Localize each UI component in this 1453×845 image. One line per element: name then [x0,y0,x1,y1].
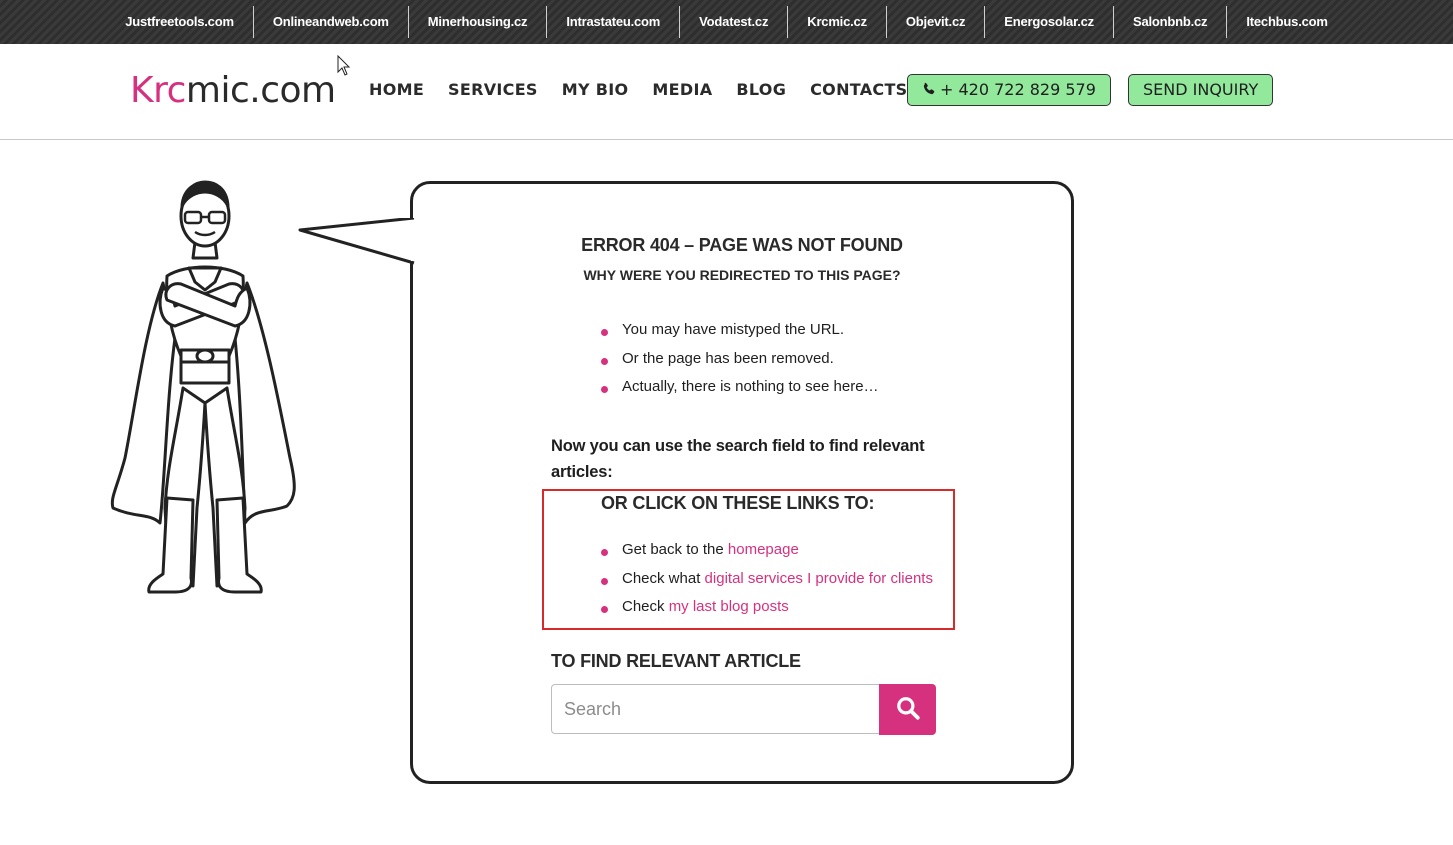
helpful-links-list: Get back to the homepage Check what digi… [600,540,933,626]
phone-icon [923,82,935,95]
bullet-icon [601,386,608,393]
network-link-salonbnb[interactable]: Salonbnb.cz [1114,6,1228,38]
network-link-justfreetools[interactable]: Justfreetools.com [106,6,254,38]
site-logo[interactable]: Krcmic.com [130,70,336,111]
mouse-cursor-icon [337,55,351,76]
logo-accent: Krc [130,70,186,111]
network-link-vodatest[interactable]: Vodatest.cz [680,6,789,38]
nav-home[interactable]: HOME [369,80,424,99]
send-inquiry-button[interactable]: SEND INQUIRY [1128,74,1274,106]
network-link-itechbus[interactable]: Itechbus.com [1227,6,1346,38]
reasons-list: You may have mistyped the URL. Or the pa… [600,320,879,406]
search-note: Now you can use the search field to find… [551,437,925,481]
bullet-icon [601,577,608,585]
links-title: OR CLICK ON THESE LINKS TO: [601,493,875,513]
nav-blog[interactable]: BLOG [736,80,786,99]
speech-bubble-tail [298,218,416,265]
bullet-icon [601,357,608,365]
services-link[interactable]: digital services I provide for clients [705,570,933,587]
find-article-title: TO FIND RELEVANT ARTICLE [551,651,801,671]
list-item: Check what digital services I provide fo… [600,569,933,598]
bullet-icon [601,606,608,613]
list-item: Check my last blog posts [600,597,933,626]
main-nav: HOME SERVICES MY BIO MEDIA BLOG CONTACTS [369,80,932,99]
nav-services[interactable]: SERVICES [448,80,538,99]
list-item: Actually, there is nothing to see here… [600,377,879,406]
nav-contacts[interactable]: CONTACTS [810,80,907,99]
list-item: You may have mistyped the URL. [600,320,879,349]
superhero-illustration [110,180,296,594]
search-button[interactable] [879,684,936,735]
logo-rest: mic.com [185,70,336,111]
bullet-icon [601,549,608,556]
homepage-link[interactable]: homepage [728,541,799,558]
bullet-icon [601,329,608,336]
list-item: Or the page has been removed. [600,349,879,378]
network-link-onlineandweb[interactable]: Onlineandweb.com [254,6,409,38]
list-item: Get back to the homepage [600,540,933,569]
site-header: Krcmic.com HOME SERVICES MY BIO MEDIA BL… [0,44,1453,140]
network-link-krcmic[interactable]: Krcmic.cz [788,6,887,38]
error-subtitle: WHY WERE YOU REDIRECTED TO THIS PAGE? [583,267,901,283]
blog-posts-link[interactable]: my last blog posts [669,598,789,615]
search-icon [896,697,920,720]
nav-my-bio[interactable]: MY BIO [562,80,629,99]
network-link-minerhousing[interactable]: Minerhousing.cz [409,6,548,38]
phone-number: + 420 722 829 579 [940,80,1096,99]
nav-media[interactable]: MEDIA [652,80,712,99]
search-input[interactable] [551,684,881,734]
network-link-objevit[interactable]: Objevit.cz [887,6,986,38]
network-bar: Justfreetools.com Onlineandweb.com Miner… [0,0,1453,44]
error-title: ERROR 404 – PAGE WAS NOT FOUND [581,235,903,255]
network-link-intrastateu[interactable]: Intrastateu.com [547,6,681,38]
phone-button[interactable]: + 420 722 829 579 [907,74,1111,106]
network-link-energosolar[interactable]: Energosolar.cz [985,6,1114,38]
